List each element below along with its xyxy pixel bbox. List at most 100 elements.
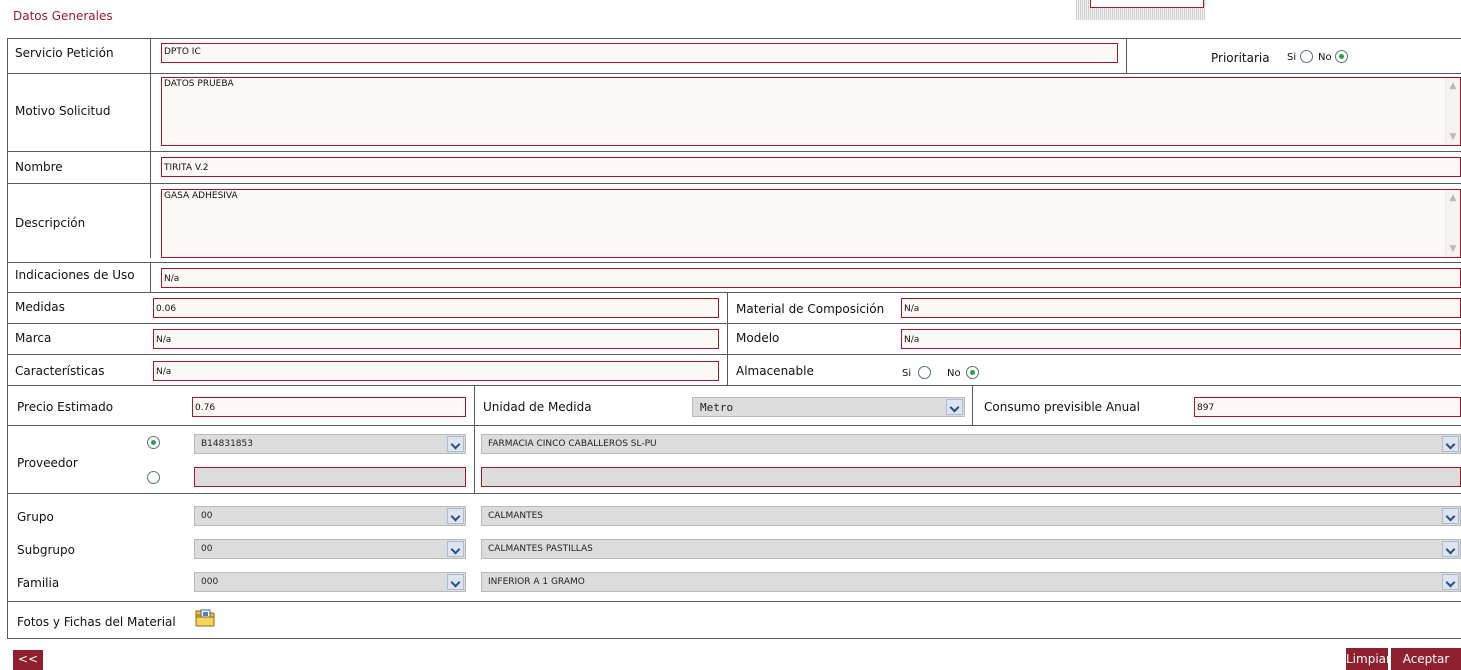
familia-name-value: INFERIOR A 1 GRAMO [488, 577, 585, 587]
proveedor-cif-select[interactable]: B14831853 [194, 434, 466, 454]
chevron-down-icon[interactable] [447, 541, 464, 557]
subgrupo-code-select[interactable]: 00 [194, 539, 466, 559]
chevron-down-icon[interactable] [1442, 541, 1459, 557]
proveedor-alt-cif-field[interactable] [194, 467, 466, 487]
modelo-field[interactable]: N/a [901, 329, 1461, 349]
chevron-down-icon[interactable] [946, 399, 963, 415]
proveedor-name-value: FARMACIA CINCO CABALLEROS SL-PU [488, 439, 657, 449]
divider [7, 354, 1461, 355]
proveedor-alt-name-field[interactable] [481, 467, 1461, 487]
almacenable-si-radio[interactable] [918, 366, 931, 379]
divider [150, 38, 151, 258]
precio-field[interactable]: 0.76 [192, 397, 466, 417]
familia-code-select[interactable]: 000 [194, 572, 466, 592]
divider [972, 385, 973, 425]
grupo-name-value: CALMANTES [488, 511, 544, 521]
divider [727, 292, 728, 385]
medidas-label: Medidas [15, 300, 65, 314]
chevron-down-icon[interactable] [447, 574, 464, 590]
medidas-field[interactable]: 0.06 [153, 298, 719, 318]
nombre-field[interactable]: TIRITA V.2 [161, 157, 1461, 177]
proveedor-cif-value: B14831853 [201, 439, 253, 449]
subgrupo-name-value: CALMANTES PASTILLAS [488, 544, 593, 554]
header-pattern [1076, 0, 1206, 20]
prioritaria-si-label: Si [1287, 52, 1297, 63]
motivo-label: Motivo Solicitud [15, 104, 111, 118]
divider [474, 385, 475, 425]
proveedor-option-1-radio[interactable] [147, 436, 160, 449]
familia-name-select[interactable]: INFERIOR A 1 GRAMO [481, 572, 1461, 592]
grupo-name-select[interactable]: CALMANTES [481, 506, 1461, 526]
caracteristicas-field[interactable]: N/a [153, 361, 719, 381]
consumo-label: Consumo previsible Anual [984, 400, 1140, 414]
back-button[interactable]: << [13, 650, 43, 670]
caracteristicas-label: Características [15, 364, 105, 378]
almacenable-no-radio[interactable] [966, 366, 979, 379]
divider [7, 601, 1461, 602]
modelo-label: Modelo [736, 331, 780, 345]
precio-label: Precio Estimado [17, 400, 114, 414]
motivo-text: DATOS PRUEBA [164, 79, 234, 89]
unidad-select[interactable]: Metro [692, 397, 965, 417]
chevron-down-icon[interactable] [1442, 436, 1459, 452]
prioritaria-si-radio[interactable] [1300, 50, 1313, 63]
prioritaria-no-radio[interactable] [1335, 50, 1348, 63]
divider [7, 73, 1461, 74]
familia-label: Familia [17, 576, 60, 590]
subgrupo-name-select[interactable]: CALMANTES PASTILLAS [481, 539, 1461, 559]
marca-field[interactable]: N/a [153, 329, 719, 349]
fotos-label: Fotos y Fichas del Material [17, 615, 176, 629]
subgrupo-code-value: 00 [201, 544, 213, 554]
descripcion-text: GASA ADHESIVA [164, 191, 238, 201]
marca-label: Marca [15, 331, 52, 345]
chevron-down-icon[interactable] [447, 436, 464, 452]
indicaciones-field[interactable]: N/a [161, 268, 1461, 288]
motivo-textarea[interactable]: DATOS PRUEBA ▲ ▼ [161, 77, 1461, 146]
divider [474, 425, 475, 493]
divider [7, 385, 1461, 386]
divider [7, 262, 1461, 263]
descripcion-scrollbar[interactable]: ▲ ▼ [1445, 190, 1460, 257]
almacenable-label: Almacenable [736, 364, 814, 378]
descripcion-textarea[interactable]: GASA ADHESIVA ▲ ▼ [161, 189, 1461, 258]
divider [7, 183, 1461, 184]
material-label: Material de Composición [736, 302, 885, 316]
familia-code-value: 000 [201, 577, 219, 587]
divider [7, 425, 1461, 426]
prioritaria-no-label: No [1318, 52, 1332, 63]
divider [7, 493, 1461, 494]
section-title: Datos Generales [13, 9, 113, 23]
folder-icon[interactable] [194, 608, 216, 628]
grupo-code-select[interactable]: 00 [194, 506, 466, 526]
grupo-code-value: 00 [201, 511, 213, 521]
motivo-scrollbar[interactable]: ▲ ▼ [1445, 78, 1460, 145]
chevron-down-icon[interactable] [1442, 508, 1459, 524]
unidad-label: Unidad de Medida [483, 400, 592, 414]
servicio-label: Servicio Petición [15, 46, 114, 60]
divider [150, 262, 151, 292]
grupo-label: Grupo [17, 510, 54, 524]
chevron-down-icon[interactable] [447, 508, 464, 524]
almacenable-no-label: No [947, 368, 961, 379]
descripcion-label: Descripción [15, 216, 86, 230]
almacenable-si-label: Si [902, 368, 912, 379]
prioritaria-label: Prioritaria [1211, 51, 1270, 65]
proveedor-name-select[interactable]: FARMACIA CINCO CABALLEROS SL-PU [481, 434, 1461, 454]
nombre-label: Nombre [15, 160, 63, 174]
proveedor-option-2-radio[interactable] [147, 471, 160, 484]
aceptar-button[interactable]: Aceptar [1391, 648, 1461, 670]
material-field[interactable]: N/a [901, 298, 1461, 318]
divider [7, 292, 1461, 293]
chevron-down-icon[interactable] [1442, 574, 1459, 590]
divider [7, 38, 8, 638]
limpiar-button[interactable]: Limpiar [1346, 648, 1391, 670]
indicaciones-label: Indicaciones de Uso [15, 268, 135, 282]
proveedor-label: Proveedor [17, 456, 78, 470]
servicio-field[interactable]: DPTO IC [161, 43, 1118, 63]
divider [7, 638, 1461, 639]
subgrupo-label: Subgrupo [17, 543, 75, 557]
divider [7, 323, 1461, 324]
divider [7, 151, 1461, 152]
divider [1126, 38, 1127, 73]
consumo-field[interactable]: 897 [1194, 397, 1461, 417]
